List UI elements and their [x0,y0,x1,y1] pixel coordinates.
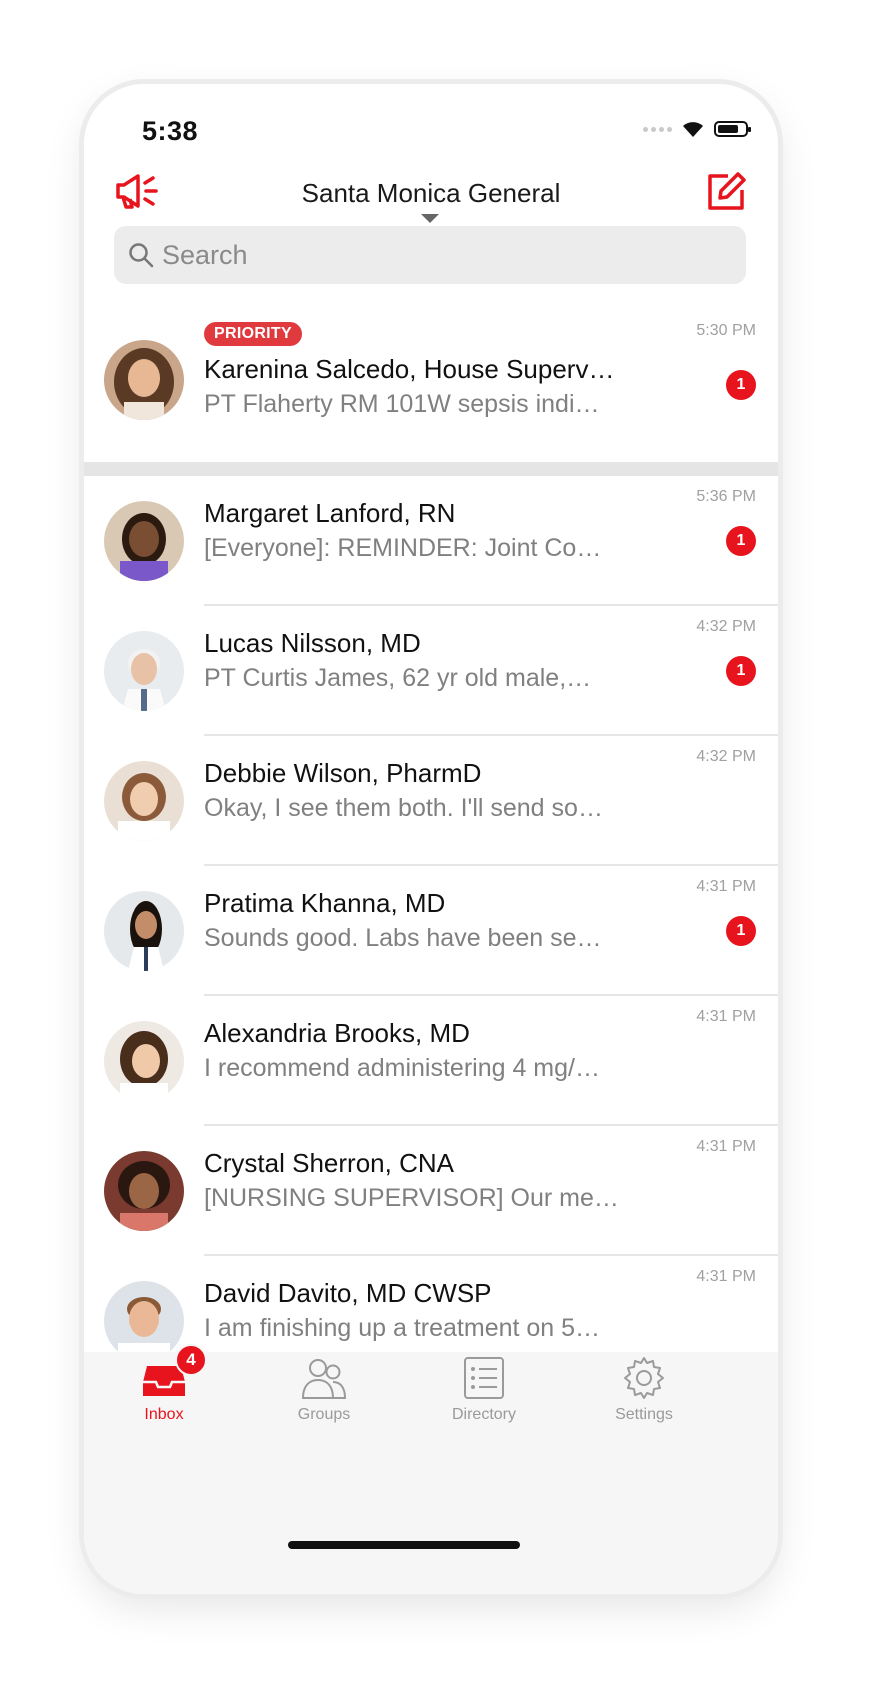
contact-name: Alexandria Brooks, MD [204,1018,470,1048]
conversation-row[interactable]: Alexandria Brooks, MD I recommend admini… [84,996,778,1126]
groups-icon [299,1354,349,1402]
message-time: 5:30 PM [696,322,756,339]
contact-name: Lucas Nilsson, MD [204,628,421,658]
signal-icon [643,126,672,132]
message-preview: I recommend administering 4 mg/… [204,1054,600,1082]
contact-name: Margaret Lanford, RN [204,498,456,528]
compose-icon[interactable] [704,170,748,214]
tab-groups[interactable]: Groups [264,1354,384,1424]
message-preview: I am finishing up a treatment on 5… [204,1314,601,1342]
home-indicator[interactable] [288,1541,520,1549]
message-preview: Sounds good. Labs have been se… [204,924,602,952]
status-icons [643,120,751,138]
tab-label: Directory [451,1406,516,1423]
contact-name: Karenina Salcedo, House Superv… [204,354,615,384]
status-time: 5:38 [142,116,199,146]
priority-badge: PRIORITY [204,322,302,346]
search-bar[interactable] [114,226,746,284]
tab-inbox[interactable]: 4 Inbox [104,1344,224,1424]
contact-name: Crystal Sherron, CNA [204,1148,454,1178]
priority-section: PRIORITY Karenina Salcedo, House Superv…… [84,306,778,462]
avatar [104,340,184,420]
avatar [104,891,184,971]
tab-label: Inbox [144,1406,184,1423]
unread-badge: 1 [726,916,756,946]
conversation-row[interactable]: Crystal Sherron, CNA [NURSING SUPERVISOR… [84,1126,778,1256]
conversation-row[interactable]: Lucas Nilsson, MD PT Curtis James, 62 yr… [84,606,778,736]
message-preview: Okay, I see them both. I'll send so… [204,794,603,822]
inbox-icon: 4 [139,1344,207,1402]
gear-icon [619,1354,669,1402]
message-preview: [Everyone]: REMINDER: Joint Co… [204,534,602,562]
conversation-row-priority[interactable]: PRIORITY Karenina Salcedo, House Superv…… [84,306,778,462]
section-divider [84,462,778,476]
message-time: 4:31 PM [696,1268,756,1285]
avatar [104,1021,184,1101]
message-preview: PT Curtis James, 62 yr old male,… [204,664,592,692]
contact-name: Debbie Wilson, PharmD [204,758,482,788]
tab-bar: 4 Inbox Groups Directory Settings [84,1344,778,1594]
avatar [104,761,184,841]
tab-label: Settings [615,1406,673,1423]
search-input[interactable] [162,239,722,271]
directory-icon [459,1354,509,1402]
message-preview: PT Flaherty RM 101W sepsis indi… [204,390,600,418]
avatar [104,501,184,581]
wifi-icon [683,122,703,137]
message-time: 4:31 PM [696,1008,756,1025]
unread-badge: 1 [726,370,756,400]
unread-badge: 1 [726,526,756,556]
conversation-row[interactable]: Pratima Khanna, MD Sounds good. Labs hav… [84,866,778,996]
search-icon [129,243,154,268]
facility-title[interactable]: Santa Monica General [84,178,778,209]
tab-label: Groups [297,1406,351,1423]
message-time: 4:32 PM [696,748,756,765]
message-time: 4:31 PM [696,1138,756,1155]
chevron-down-icon[interactable] [421,214,439,223]
message-preview: [NURSING SUPERVISOR] Our me… [204,1184,619,1212]
app-screen: 5:38 Santa Monica General Search PRIORIT… [84,84,778,1594]
message-time: 4:32 PM [696,618,756,635]
avatar [104,631,184,711]
contact-name: Pratima Khanna, MD [204,888,446,918]
message-time: 5:36 PM [696,488,756,505]
unread-badge: 1 [726,656,756,686]
contact-name: David Davito, MD CWSP [204,1278,492,1308]
tab-directory[interactable]: Directory [424,1354,544,1424]
conversation-row[interactable]: Debbie Wilson, PharmD Okay, I see them b… [84,736,778,866]
phone-frame: 5:38 Santa Monica General Search PRIORIT… [84,84,778,1594]
conversation-row[interactable]: Margaret Lanford, RN [Everyone]: REMINDE… [84,476,778,606]
avatar [104,1151,184,1231]
avatar [104,1281,184,1361]
message-time: 4:31 PM [696,878,756,895]
tab-settings[interactable]: Settings [584,1354,704,1424]
inbox-count-badge: 4 [175,1344,207,1376]
battery-icon [714,121,751,137]
